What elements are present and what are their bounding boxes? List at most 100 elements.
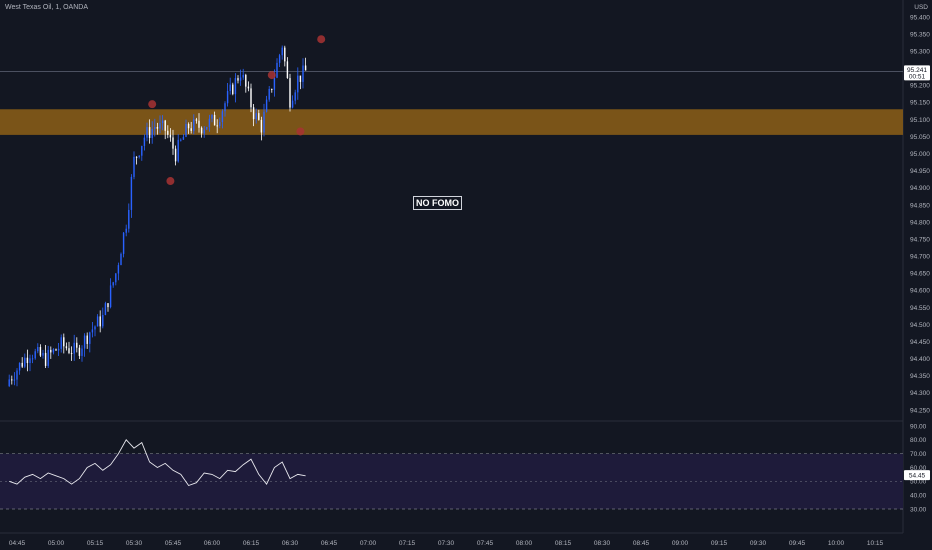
price-tick-label: 94.700 (910, 254, 930, 261)
no-fomo-annotation[interactable]: NO FOMO (413, 196, 462, 210)
candle-body (174, 148, 177, 162)
candle-body (107, 303, 109, 308)
bar-countdown: 00:51 (909, 73, 926, 80)
time-tick-label: 08:00 (516, 540, 533, 547)
candle-body (164, 120, 166, 131)
rsi-tick-label: 70.00 (910, 451, 927, 458)
candle-body (81, 348, 83, 356)
candle-body (203, 129, 205, 134)
price-tick-label: 94.250 (910, 407, 930, 414)
candle-body (91, 329, 94, 333)
candle-body (112, 282, 114, 286)
candle-body (239, 77, 242, 81)
candle-body (34, 351, 36, 359)
candle-body (104, 303, 107, 315)
chart-canvas[interactable]: 94.250 94.300 94.350 94.400 94.450 94.500 94.5… (0, 0, 932, 550)
candle-body (24, 357, 26, 367)
rsi-tick-label: 90.00 (910, 423, 927, 430)
candle-body (128, 209, 130, 229)
candle-body (286, 61, 289, 79)
price-tick-label: 95.300 (910, 48, 930, 55)
candle-body (182, 136, 185, 140)
price-tick-label: 94.500 (910, 322, 930, 329)
candle-body (44, 352, 47, 366)
swing-marker (166, 177, 175, 186)
candle-body (169, 134, 172, 138)
candle-body (213, 114, 216, 126)
rsi-tick-label: 40.00 (910, 492, 927, 499)
candle-body (37, 347, 39, 352)
candle-body (57, 348, 60, 351)
price-tick-label: 94.900 (910, 185, 930, 192)
candle-body (50, 349, 52, 353)
time-tick-label: 05:00 (48, 540, 65, 547)
currency-label: USD (914, 4, 928, 11)
candle-body (70, 352, 73, 354)
candle-body (8, 379, 10, 387)
time-tick-label: 09:30 (750, 540, 767, 547)
candle-body (226, 91, 229, 104)
time-tick-label: 07:45 (477, 540, 494, 547)
candle-body (60, 337, 62, 349)
candle-body (109, 285, 112, 308)
candle-body (151, 128, 153, 138)
candle-body (273, 77, 276, 90)
candle-body (187, 123, 190, 129)
price-tick-label: 95.350 (910, 31, 930, 38)
price-tick-label: 94.400 (910, 356, 930, 363)
candle-body (200, 127, 203, 134)
time-tick-label: 06:15 (243, 540, 260, 547)
candle-body (47, 349, 49, 366)
candle-body (297, 75, 299, 93)
candle-body (52, 349, 55, 353)
candle-body (99, 316, 101, 327)
time-tick-label: 07:00 (360, 540, 377, 547)
price-tick-label: 94.750 (910, 236, 930, 243)
price-tick-label: 94.350 (910, 373, 930, 380)
candle-body (18, 362, 21, 371)
candle-body (130, 176, 133, 210)
candle-body (221, 111, 224, 123)
price-tick-label: 95.050 (910, 134, 930, 141)
candle-body (268, 88, 270, 100)
candle-body (143, 137, 146, 146)
candle-body (11, 379, 13, 381)
candle-body (161, 120, 164, 124)
candle-body (250, 88, 252, 108)
time-tick-label: 05:45 (165, 540, 182, 547)
candle-body (294, 92, 296, 101)
candle-body (76, 342, 78, 348)
rsi-tick-label: 80.00 (910, 437, 927, 444)
price-tick-label: 95.100 (910, 117, 930, 124)
symbol-title[interactable]: West Texas Oil, 1, OANDA (5, 4, 88, 11)
candle-body (146, 127, 148, 138)
chart-stage[interactable]: 94.250 94.300 94.350 94.400 94.450 94.500 94.5… (0, 0, 932, 550)
time-tick-label: 06:30 (282, 540, 299, 547)
candle-body (304, 65, 307, 71)
time-tick-label: 08:45 (633, 540, 650, 547)
price-tick-label: 94.800 (910, 219, 930, 226)
rsi-value: 54.45 (909, 472, 926, 479)
candle-body (167, 130, 169, 135)
candle-body (234, 78, 237, 95)
candle-body (102, 314, 104, 327)
candle-body (117, 265, 120, 274)
time-tick-label: 10:00 (828, 540, 845, 547)
candle-body (133, 156, 135, 177)
candle-body (154, 127, 156, 129)
time-tick-label: 10:15 (867, 540, 884, 547)
candle-body (122, 232, 125, 254)
candle-body (284, 47, 286, 62)
time-tick-label: 09:45 (789, 540, 806, 547)
candle-body (55, 349, 57, 351)
candle-body (278, 55, 281, 63)
candle-body (135, 156, 138, 158)
candle-body (195, 119, 198, 121)
candle-body (255, 113, 257, 120)
candle-body (78, 347, 81, 356)
candle-body (242, 74, 244, 78)
candle-body (68, 348, 70, 353)
candle-body (263, 111, 265, 133)
price-tick-label: 94.600 (910, 288, 930, 295)
time-tick-label: 07:30 (438, 540, 455, 547)
